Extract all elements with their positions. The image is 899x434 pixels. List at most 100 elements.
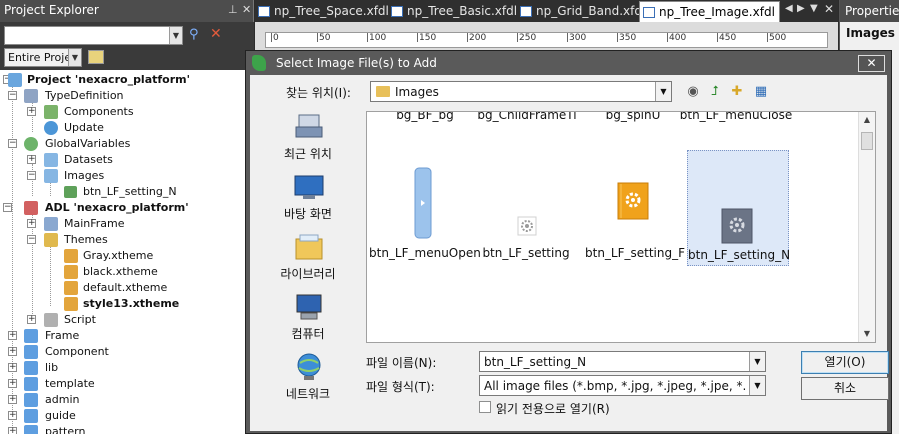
gear-icon [617, 182, 649, 220]
look-in-value: Images [395, 85, 439, 99]
tab-np-tree-space[interactable]: np_Tree_Space.xfdl [255, 1, 389, 22]
filetype-label: 파일 형식(T): [366, 380, 435, 394]
place-label: 컴퓨터 [291, 327, 325, 341]
view-menu-icon[interactable]: ▦ [752, 83, 770, 101]
tree-guide-line [50, 244, 51, 306]
new-folder-icon[interactable]: ✚ [728, 83, 746, 101]
recent-places-icon [295, 114, 323, 138]
expand-icon[interactable]: + [8, 411, 17, 420]
mainframe-icon [44, 217, 58, 231]
collapse-icon[interactable]: − [3, 203, 12, 212]
sync-icon[interactable] [88, 50, 104, 64]
scrollbar-thumb[interactable] [861, 132, 873, 150]
expand-icon[interactable]: + [8, 347, 17, 356]
filetype-select[interactable]: All image files (*.bmp, *.jpg, *.jpeg, *… [479, 375, 766, 396]
chevron-down-icon[interactable]: ▼ [749, 352, 765, 371]
collapse-icon[interactable]: − [27, 171, 36, 180]
tree-node-label: Script [64, 313, 96, 326]
expand-icon[interactable]: + [27, 107, 36, 116]
ruler-tick: |50 [316, 33, 331, 43]
tree-node-label: Datasets [64, 153, 113, 166]
expand-icon[interactable]: + [8, 427, 17, 434]
tab-np-tree-basic[interactable]: np_Tree_Basic.xfdl [388, 1, 517, 22]
folder-icon [24, 425, 38, 434]
up-folder-icon[interactable]: ⮥ [706, 83, 724, 101]
chevron-down-icon[interactable]: ▼ [68, 49, 81, 66]
readonly-label: 읽기 전용으로 열기(R) [496, 402, 610, 416]
tab-np-grid-band[interactable]: np_Grid_Band.xfdl [517, 1, 645, 22]
scroll-down-icon[interactable]: ▼ [859, 326, 875, 342]
scope-select-value: Entire Projec [8, 51, 68, 64]
ruler-tick: |250 [516, 33, 537, 43]
look-in-select[interactable]: Images ▼ [370, 81, 672, 102]
pin-icon[interactable]: ⊥ [228, 3, 238, 16]
tab-next-icon[interactable]: ▶ [797, 3, 805, 14]
expand-icon[interactable]: + [27, 155, 36, 164]
scroll-up-icon[interactable]: ▲ [859, 112, 875, 128]
close-icon[interactable]: ✕ [824, 2, 834, 16]
dialog-title: Select Image File(s) to Add [276, 56, 437, 70]
collapse-icon[interactable]: − [8, 91, 17, 100]
expand-icon[interactable]: + [8, 379, 17, 388]
scope-select[interactable]: Entire Projec ▼ [4, 48, 82, 67]
file-list-scrollbar[interactable]: ▲ ▼ [858, 112, 875, 342]
libraries-icon [295, 234, 323, 260]
place-desktop[interactable]: 바탕 화면 [262, 171, 354, 229]
open-button[interactable]: 열기(O) [801, 351, 889, 374]
tab-list-icon[interactable]: ▼ [810, 3, 818, 14]
computer-icon [296, 294, 322, 320]
place-computer[interactable]: 컴퓨터 [262, 291, 354, 349]
search-combo[interactable]: ▼ [4, 26, 183, 45]
theme-file-icon [64, 297, 78, 311]
close-icon[interactable]: ✕ [242, 3, 251, 16]
expand-icon[interactable]: + [27, 315, 36, 324]
tree-node-label: Components [64, 105, 134, 118]
tree-node-label: guide [45, 409, 76, 422]
chevron-down-icon[interactable]: ▼ [749, 376, 765, 395]
project-explorer-titlebar: Project Explorer ⊥ ✕ [0, 0, 253, 22]
tree-node-label: pattern [45, 425, 86, 434]
file-item[interactable]: btn_LF_menuOpen [369, 162, 481, 264]
cancel-button[interactable]: 취소 [801, 377, 889, 400]
desktop-icon [294, 175, 324, 199]
back-icon[interactable]: ◉ [684, 83, 702, 101]
expand-icon[interactable]: + [27, 219, 36, 228]
expand-icon[interactable]: + [8, 395, 17, 404]
readonly-checkbox[interactable] [479, 401, 491, 413]
place-network[interactable]: 네트워크 [262, 351, 354, 409]
filename-input[interactable]: btn_LF_setting_N ▼ [479, 351, 766, 372]
tab-np-tree-image[interactable]: np_Tree_Image.xfdl * [639, 1, 780, 22]
gear-icon [517, 216, 537, 236]
theme-file-icon [64, 249, 78, 263]
tree-node-label: Themes [64, 233, 108, 246]
place-label: 네트워크 [285, 387, 331, 401]
clear-icon[interactable]: ✕ [210, 26, 222, 42]
file-label: btn_LF_menuClose [679, 111, 793, 122]
chevron-down-icon[interactable]: ▼ [169, 27, 182, 44]
collapse-icon[interactable]: − [8, 139, 17, 148]
expand-icon[interactable]: + [8, 331, 17, 340]
theme-file-icon [64, 265, 78, 279]
folder-icon [24, 345, 38, 359]
file-item[interactable]: btn_LF_setting [479, 162, 573, 264]
place-label: 바탕 화면 [284, 207, 332, 221]
file-item[interactable]: btn_LF_setting_F [585, 162, 685, 264]
tree-node-label: default.xtheme [83, 281, 168, 294]
dialog-titlebar: Select Image File(s) to Add ✕ [246, 51, 891, 75]
dialog-close-button[interactable]: ✕ [858, 55, 885, 72]
search-icon[interactable]: ⚲ [189, 27, 199, 42]
datasets-icon [44, 153, 58, 167]
file-list[interactable]: bg_BF_bg bg_ChildFrameTi bg_spinU btn_LF… [366, 111, 876, 343]
tree-node-label: GlobalVariables [45, 137, 131, 150]
file-label: bg_spinU [605, 111, 661, 122]
place-recent[interactable]: 최근 위치 [262, 111, 354, 169]
tree-guide-line [32, 212, 33, 322]
collapse-icon[interactable]: − [27, 235, 36, 244]
chevron-down-icon[interactable]: ▼ [655, 82, 671, 101]
tab-prev-icon[interactable]: ◀ [785, 3, 793, 14]
theme-file-icon [64, 281, 78, 295]
place-libraries[interactable]: 라이브러리 [262, 231, 354, 289]
file-item-selected[interactable]: btn_LF_setting_N [687, 150, 790, 266]
place-label: 최근 위치 [284, 147, 332, 161]
expand-icon[interactable]: + [8, 363, 17, 372]
